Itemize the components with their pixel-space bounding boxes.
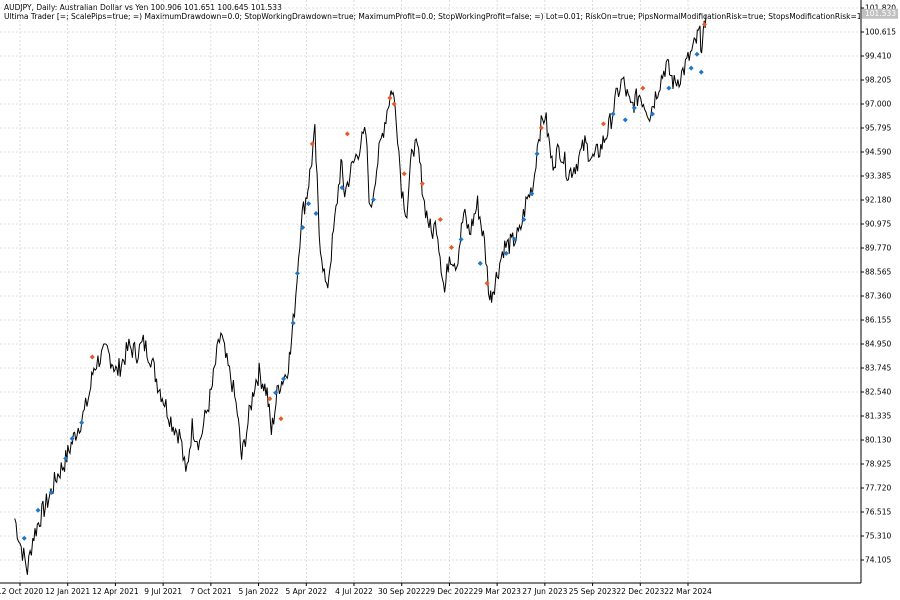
sell-marker [344,131,350,137]
price-tick-label: 90.975 [865,220,891,229]
buy-marker [534,151,540,157]
price-tick-label: 88.565 [865,268,891,277]
price-tick-label: 75.310 [865,532,891,541]
price-tick-label: 83.745 [865,364,891,373]
time-tick-label: 30 Sep 2022 [378,587,426,596]
sell-marker [387,95,393,101]
time-tick-label: 12 Apr 2021 [92,587,139,596]
time-tick-label: 12 Jan 2021 [45,587,90,596]
sell-marker [309,141,315,147]
price-tick-label: 93.385 [865,172,891,181]
sell-marker [391,101,397,107]
time-tick-label: 22 Dec 2023 [616,587,664,596]
price-tick-label: 86.155 [865,316,891,325]
price-tick-label: 76.515 [865,508,891,517]
time-tick-label: 4 Jul 2022 [335,587,373,596]
sell-marker [89,354,95,360]
price-axis-labels: 101.820100.61599.41098.20597.00095.79594… [861,4,896,565]
buy-marker [273,390,279,396]
sell-marker [437,217,443,223]
time-tick-label: 29 Mar 2023 [473,587,521,596]
buy-marker [79,420,85,426]
buy-marker [69,436,75,442]
buy-marker [688,65,694,71]
buy-marker [306,201,312,207]
chart-grid [0,0,861,583]
buy-marker [458,236,464,242]
price-tick-label: 74.105 [865,556,891,565]
buy-marker [281,376,287,382]
buy-marker [290,320,296,326]
last-price-label: 101.533 [862,8,898,19]
last-price-text: 101.533 [865,9,896,18]
time-tick-label: 22 Mar 2024 [664,587,712,596]
trade-markers [21,21,707,541]
buy-marker [477,260,483,266]
price-line [14,14,707,575]
sell-marker [401,171,407,177]
chart-axes [0,0,862,584]
sell-marker [701,21,707,27]
buy-marker [370,197,376,203]
sell-marker [278,416,284,422]
buy-marker [694,51,700,57]
sell-marker [601,121,607,127]
buy-marker [21,535,27,541]
price-chart[interactable]: 101.820100.61599.41098.20597.00095.79594… [0,0,900,600]
buy-marker [631,105,637,111]
sell-marker [419,181,425,187]
time-tick-label: 9 Jul 2021 [144,587,182,596]
price-tick-label: 97.000 [865,100,891,109]
price-tick-label: 98.205 [865,76,891,85]
sell-marker [484,280,490,286]
time-tick-label: 5 Jan 2022 [238,587,278,596]
sell-marker [449,244,455,250]
buy-marker [622,117,628,123]
sell-marker [538,125,544,131]
price-tick-label: 82.540 [865,388,891,397]
buy-marker [698,69,704,75]
time-axis-labels: 12 Oct 2020 12 Jan 2021 12 Apr 2021 9 Jul 2… [0,583,712,596]
price-tick-label: 94.590 [865,148,891,157]
price-tick-label: 99.410 [865,52,891,61]
price-tick-label: 84.950 [865,340,891,349]
buy-marker [666,85,672,91]
sell-marker [640,85,646,91]
price-tick-label: 77.720 [865,484,891,493]
price-tick-label: 78.925 [865,460,891,469]
time-tick-label: 27 Jun 2023 [522,587,567,596]
time-tick-label: 5 Apr 2022 [285,587,327,596]
price-tick-label: 92.180 [865,196,891,205]
price-series [14,14,707,575]
price-tick-label: 95.795 [865,124,891,133]
time-tick-label: 25 Sep 2023 [569,587,617,596]
price-tick-label: 89.770 [865,244,891,253]
price-tick-label: 80.130 [865,436,891,445]
time-tick-label: 12 Oct 2020 [0,587,43,596]
price-tick-label: 87.360 [865,292,891,301]
time-tick-label: 29 Dec 2022 [425,587,473,596]
price-tick-label: 100.615 [865,28,896,37]
buy-marker [313,211,319,217]
time-tick-label: 7 Oct 2021 [190,587,232,596]
buy-marker [294,270,300,276]
price-tick-label: 81.335 [865,412,891,421]
buy-marker [610,111,616,117]
